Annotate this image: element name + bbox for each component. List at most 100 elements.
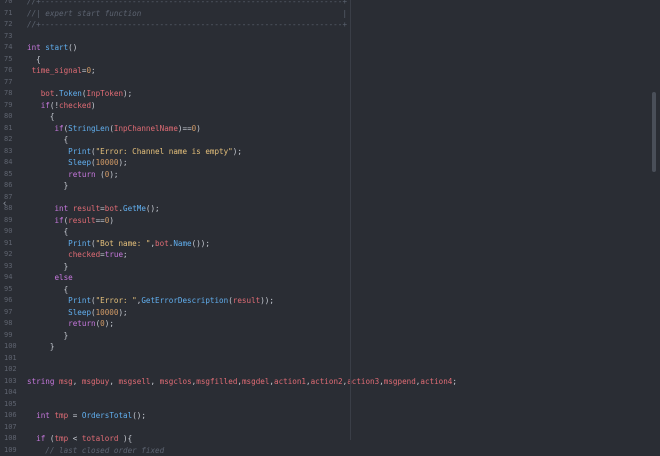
code-text: }	[27, 261, 69, 272]
code-token: result	[72, 204, 101, 213]
line-number: 79	[4, 100, 13, 109]
code-token: OrdersTotal	[81, 411, 133, 420]
line-number: 82	[4, 135, 13, 143]
code-token: }	[27, 261, 69, 271]
code-text: int tmp = OrdersTotal();	[27, 410, 146, 421]
code-token: int	[54, 204, 69, 213]
code-text: {	[27, 111, 55, 122]
vertical-scrollbar[interactable]	[652, 92, 656, 172]
line-number: 106	[4, 411, 17, 419]
code-text: Print("Bot name: ",bot.Name());	[27, 238, 210, 249]
code-text: return (0);	[27, 169, 118, 180]
code-token: GetErrorDescription	[141, 296, 229, 305]
code-token: )	[109, 215, 114, 225]
code-token: tmp	[54, 434, 69, 443]
code-token: StringLen	[68, 123, 110, 133]
code-text: time_signal=0;	[27, 65, 96, 76]
code-text: bot.Token(InpToken);	[27, 88, 132, 99]
code-text: {	[27, 284, 69, 295]
code-text: }	[27, 180, 69, 191]
code-text: {	[27, 54, 41, 65]
code-token: msgdel	[241, 376, 270, 386]
code-token: {	[27, 54, 41, 64]
code-token: else	[54, 273, 73, 282]
code-text: Print("Error: Channel name is empty");	[27, 146, 242, 157]
code-text: // last closed order fixed	[27, 445, 164, 456]
line-number: 107	[4, 422, 17, 431]
line-number: 75	[4, 54, 13, 63]
code-token: 10000	[95, 307, 119, 317]
line-number: 90	[4, 227, 13, 235]
code-token: InpChannelName	[113, 123, 178, 133]
code-token: "Error: "	[95, 296, 137, 305]
code-token: ==	[95, 215, 105, 225]
column-guide	[350, 0, 351, 440]
code-token: if	[36, 434, 46, 443]
code-token: ;	[91, 66, 96, 75]
code-area[interactable]: 70 //+-----------------------------------…	[0, 0, 457, 455]
code-token: ,	[150, 376, 160, 386]
code-token: result	[232, 296, 261, 305]
code-token: if	[54, 123, 64, 133]
code-text: }	[27, 341, 55, 352]
code-text: Sleep(10000);	[27, 157, 127, 168]
line-number: 74	[4, 43, 13, 51]
line-number: 105	[4, 399, 17, 408]
code-text: //+-------------------------------------…	[27, 19, 347, 30]
code-token: ()	[68, 43, 78, 52]
code-token: {	[27, 227, 69, 236]
code-token: {	[27, 135, 69, 144]
code-token: );	[232, 146, 242, 156]
line-number: 103	[4, 376, 17, 385]
code-token: // last closed order fixed	[45, 445, 165, 455]
line-number: 109	[4, 445, 17, 454]
code-token: {	[27, 112, 55, 121]
code-token: msgfilled	[196, 376, 238, 386]
code-token: "Error: Channel name is empty"	[95, 146, 233, 156]
code-token: time_signal	[31, 66, 82, 75]
code-token: );	[109, 169, 119, 179]
collapse-arrow-icon[interactable]: ‹	[2, 198, 10, 210]
code-token: 10000	[95, 158, 119, 167]
code-token: return	[68, 169, 96, 179]
line-number: 89	[4, 215, 13, 224]
code-token: ));	[260, 296, 274, 305]
line-number: 97	[4, 307, 13, 316]
code-token: bot	[104, 204, 119, 213]
line-number: 78	[4, 89, 13, 97]
code-text: //| expert start function |	[27, 8, 347, 19]
line-number: 91	[4, 238, 13, 247]
code-text: if(StringLen(InpChannelName)==0)	[27, 123, 200, 134]
line-number: 72	[4, 20, 13, 28]
code-token: msg	[59, 376, 73, 386]
code-text: {	[27, 134, 69, 145]
code-text: int start()	[27, 42, 77, 53]
code-token: if	[54, 215, 64, 225]
code-token: );	[123, 89, 133, 98]
code-text: if (tmp < totalord ){	[27, 433, 132, 444]
code-token: if	[40, 100, 50, 110]
code-editor[interactable]: 70 //+-----------------------------------…	[0, 0, 660, 455]
line-number: 100	[4, 342, 17, 350]
code-text: checked=true;	[27, 249, 127, 260]
code-text: if(result==0)	[27, 215, 114, 226]
code-text: return(0);	[27, 318, 114, 329]
line-number: 95	[4, 284, 13, 293]
line-number: 73	[4, 31, 13, 40]
code-token: (!	[49, 100, 60, 110]
code-token: ();	[132, 411, 146, 420]
code-text: if(!checked)	[27, 100, 96, 111]
code-token: ){	[118, 434, 133, 443]
code-token: action4	[420, 376, 453, 386]
code-token: msgclos	[159, 376, 192, 386]
line-number: 80	[4, 112, 13, 120]
line-number: 102	[4, 365, 17, 373]
